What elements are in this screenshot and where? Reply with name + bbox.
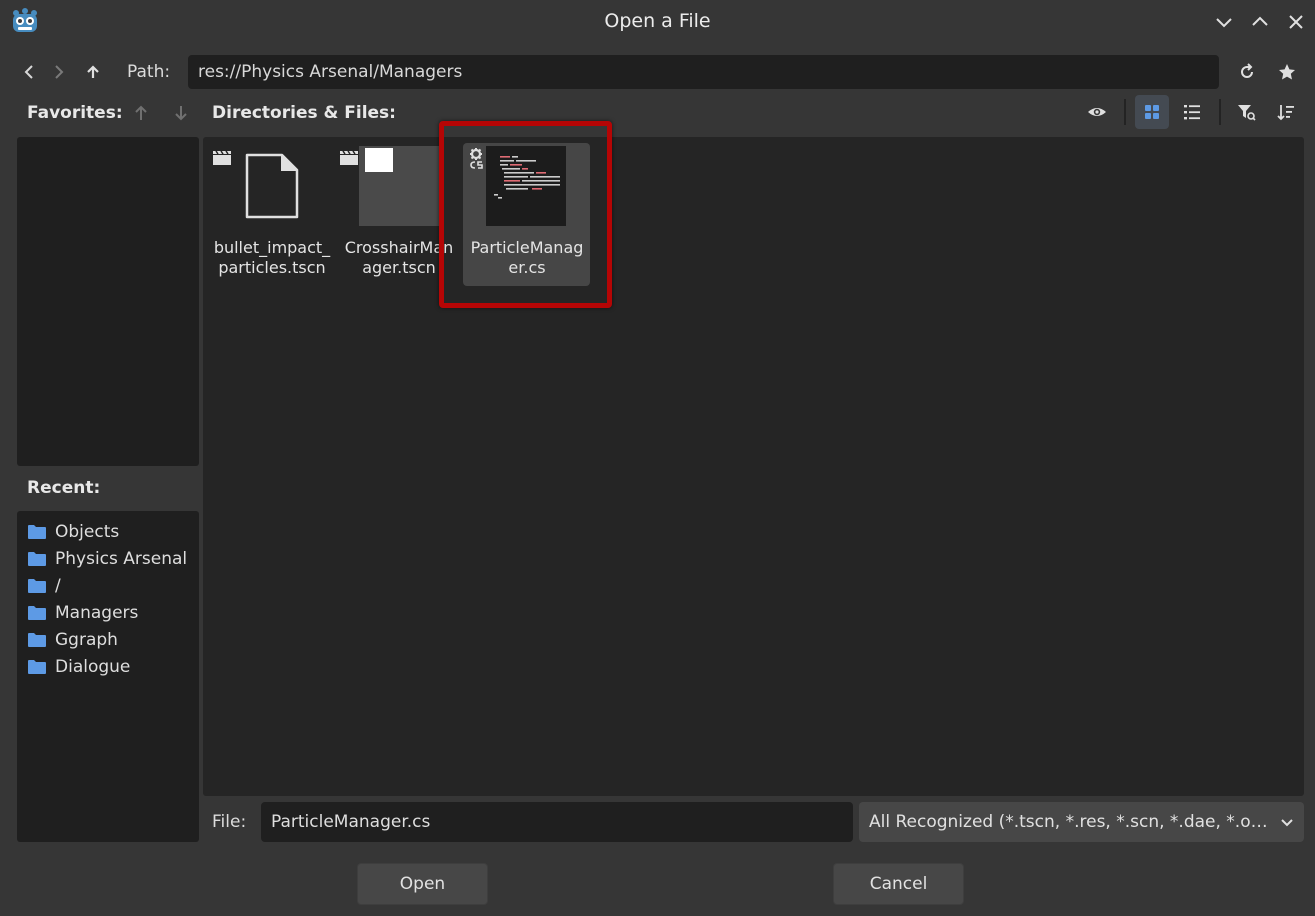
file-item[interactable]: bullet_impact_ particles.tscn xyxy=(208,143,336,287)
folder-icon xyxy=(28,660,46,674)
refresh-button[interactable] xyxy=(1234,59,1260,85)
recent-item-label: Managers xyxy=(55,603,139,623)
grid-icon xyxy=(1145,105,1159,119)
recent-label: Recent: xyxy=(27,478,101,498)
go-up-button[interactable] xyxy=(80,59,106,85)
star-icon xyxy=(1279,64,1295,80)
generic-file-icon xyxy=(245,153,299,219)
file-type-filter-select[interactable]: All Recognized (*.tscn, *.res, *.scn, *.… xyxy=(859,802,1304,842)
refresh-icon xyxy=(1241,63,1253,78)
add-favorite-button[interactable] xyxy=(1274,59,1300,85)
file-label: File: xyxy=(212,812,247,832)
folder-icon xyxy=(28,579,46,593)
sort-button[interactable] xyxy=(1273,99,1299,125)
recent-item[interactable]: Dialogue xyxy=(28,656,130,678)
recent-item[interactable]: Managers xyxy=(28,602,138,624)
favorite-move-down-button[interactable] xyxy=(168,100,194,126)
recent-item-label: Objects xyxy=(55,522,120,542)
scene-clapper-icon xyxy=(213,150,231,165)
grid-view-button[interactable] xyxy=(1139,99,1165,125)
file-name-input[interactable]: ParticleManager.cs xyxy=(261,802,853,842)
minimize-button[interactable] xyxy=(1212,10,1236,34)
arrow-down-icon xyxy=(175,106,187,121)
toolbar-separator xyxy=(1124,99,1126,125)
eye-icon xyxy=(1088,108,1106,116)
filter-button[interactable] xyxy=(1233,99,1259,125)
recent-item-label: Dialogue xyxy=(55,657,131,677)
chevron-up-icon xyxy=(1252,16,1268,26)
title-bar: Open a File xyxy=(0,0,1315,44)
recent-item-label: Physics Arsenal xyxy=(55,549,188,569)
path-input[interactable]: res://Physics Arsenal/Managers xyxy=(188,55,1219,89)
toolbar-separator xyxy=(1219,99,1221,125)
folder-icon xyxy=(28,525,46,539)
open-button[interactable]: Open xyxy=(357,863,488,905)
close-icon xyxy=(1289,15,1303,29)
file-name: bullet_impact_ particles.tscn xyxy=(213,238,331,277)
window-title: Open a File xyxy=(604,10,711,32)
selection-highlight-box xyxy=(439,121,612,308)
folder-icon xyxy=(28,552,46,566)
recent-item[interactable]: Objects xyxy=(28,521,119,543)
directories-files-label: Directories & Files: xyxy=(212,103,396,123)
list-icon xyxy=(1184,105,1200,120)
forward-button[interactable] xyxy=(46,59,72,85)
path-label: Path: xyxy=(127,62,171,82)
folder-icon xyxy=(28,633,46,647)
recent-item-label: / xyxy=(55,576,61,596)
recent-item[interactable]: Physics Arsenal xyxy=(28,548,187,570)
chevron-right-icon xyxy=(55,65,64,79)
arrow-up-icon xyxy=(87,65,99,78)
arrow-up-icon xyxy=(135,105,147,120)
cancel-button[interactable]: Cancel xyxy=(833,863,964,905)
chevron-down-icon xyxy=(1281,819,1293,827)
scene-preview xyxy=(359,146,439,226)
chevron-left-icon xyxy=(24,65,33,79)
favorites-list[interactable] xyxy=(17,137,199,466)
toggle-hidden-files-button[interactable] xyxy=(1084,99,1110,125)
list-view-button[interactable] xyxy=(1179,99,1205,125)
favorites-label: Favorites: xyxy=(27,103,123,123)
recent-item-label: Ggraph xyxy=(55,630,118,650)
scene-preview-white-block xyxy=(365,148,393,172)
folder-icon xyxy=(28,606,46,620)
back-button[interactable] xyxy=(16,59,42,85)
recent-item[interactable]: Ggraph xyxy=(28,629,118,651)
favorite-move-up-button[interactable] xyxy=(128,100,154,126)
close-button[interactable] xyxy=(1284,10,1308,34)
sort-icon xyxy=(1277,105,1294,121)
scene-clapper-icon xyxy=(340,150,358,165)
recent-item[interactable]: / xyxy=(28,575,61,597)
filter-icon xyxy=(1238,105,1256,121)
maximize-button[interactable] xyxy=(1248,10,1272,34)
chevron-down-icon xyxy=(1216,18,1232,28)
